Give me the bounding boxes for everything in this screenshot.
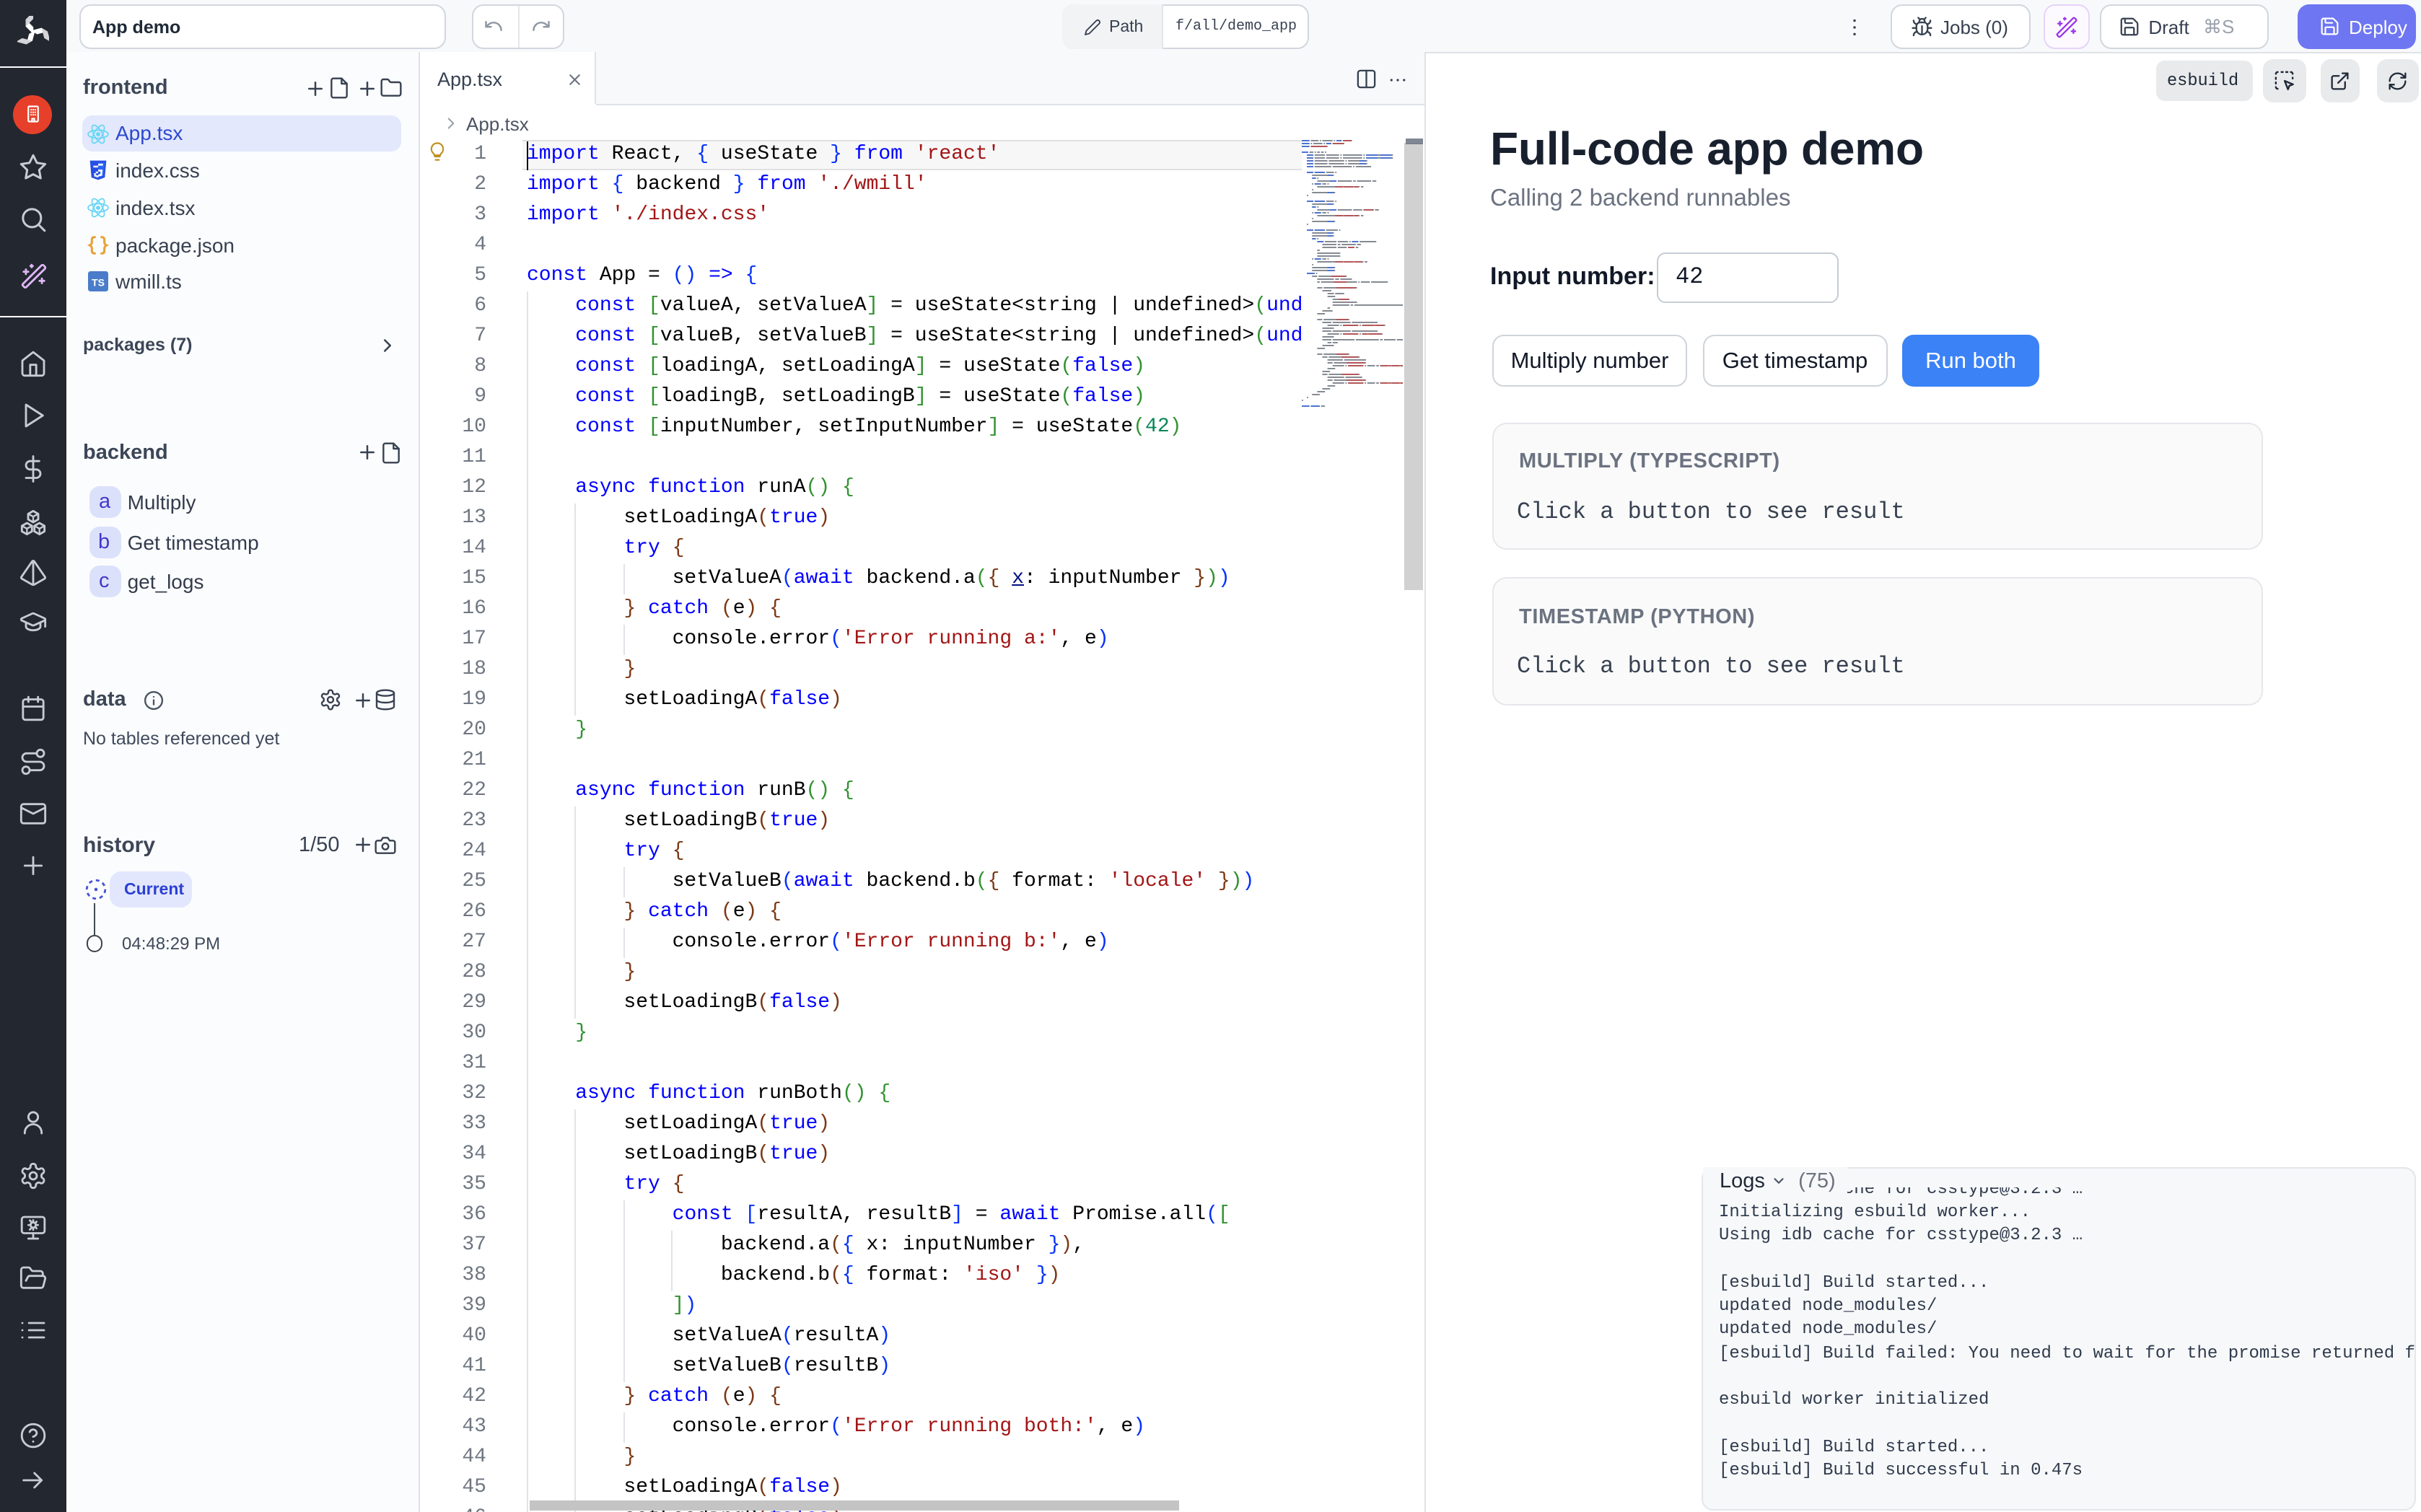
svg-text:TS: TS	[92, 277, 105, 289]
